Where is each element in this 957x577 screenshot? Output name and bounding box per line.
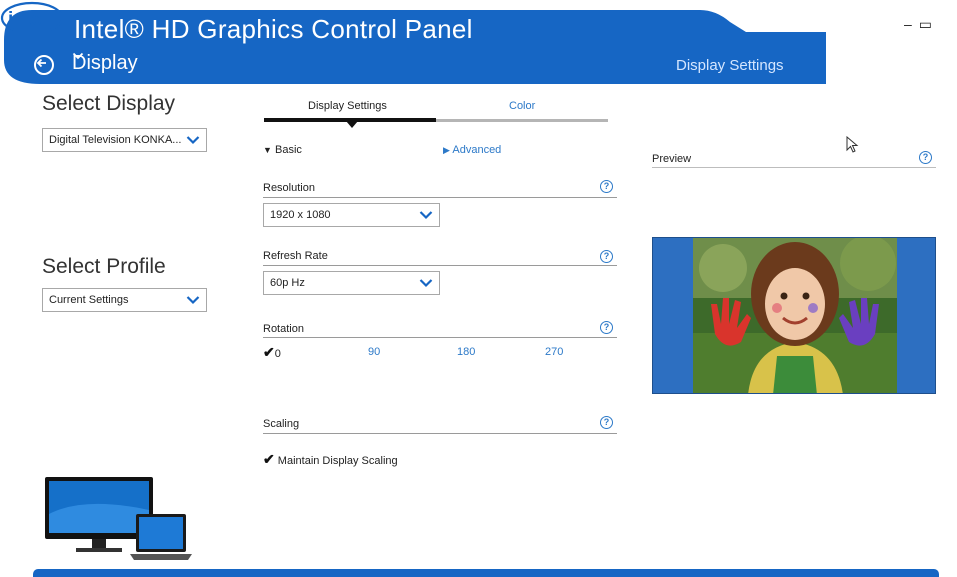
rotation-option-180[interactable]: 180: [457, 346, 475, 358]
basic-toggle[interactable]: ▼ Basic: [263, 144, 302, 156]
preview-label: Preview: [652, 153, 692, 165]
rotation-option-label: 0: [274, 348, 281, 360]
chevron-down-icon: [419, 211, 433, 220]
title-bar: Intel® HD Graphics Control Panel Display…: [0, 0, 957, 90]
bottom-bar: [33, 569, 939, 577]
intel-logo-text: intel: [8, 9, 47, 30]
window-controls: – ▭: [904, 16, 932, 33]
refresh-rate-divider: [263, 265, 617, 266]
tab-display-settings[interactable]: Display Settings: [308, 100, 387, 112]
help-icon[interactable]: ?: [600, 250, 613, 263]
restore-button[interactable]: ▭: [919, 16, 932, 33]
help-icon[interactable]: ?: [600, 321, 613, 334]
resolution-value: 1920 x 1080: [270, 209, 331, 221]
refresh-rate-label: Refresh Rate: [263, 250, 328, 262]
rotation-divider: [263, 337, 617, 338]
intel-logo: intel: [0, 1, 62, 35]
resolution-dropdown[interactable]: 1920 x 1080: [263, 203, 440, 227]
rotation-label: Rotation: [263, 323, 304, 335]
minimize-button[interactable]: –: [904, 16, 912, 33]
preview-divider: [652, 167, 936, 168]
scaling-divider: [263, 433, 617, 434]
collapsed-triangle-icon: ▶: [443, 145, 450, 155]
tab-pointer-icon: [346, 121, 358, 128]
app-title: Intel® HD Graphics Control Panel: [74, 14, 473, 44]
select-display-title: Select Display: [42, 92, 176, 115]
resolution-divider: [263, 197, 617, 198]
page-title: Display Settings: [676, 57, 784, 74]
checkmark-icon: ✔: [263, 344, 275, 360]
chevron-down-icon: [186, 296, 200, 305]
preview-image: [693, 238, 897, 393]
tab-color[interactable]: Color: [509, 100, 535, 112]
checkmark-icon: ✔: [263, 451, 275, 467]
section-menu[interactable]: Display: [72, 52, 138, 75]
rotation-option-0[interactable]: ✔0: [263, 344, 281, 361]
chevron-down-icon: [186, 136, 200, 145]
scaling-label: Scaling: [263, 418, 300, 430]
display-preview: [652, 237, 936, 394]
back-arrow-icon: [36, 58, 46, 68]
settings-tabs: Display Settings Color: [264, 100, 608, 128]
chevron-down-icon: [72, 52, 84, 60]
basic-label: Basic: [274, 144, 302, 156]
tab-inactive-indicator: [436, 119, 608, 122]
advanced-label: Advanced: [452, 144, 502, 156]
mouse-cursor-icon: [846, 136, 859, 153]
refresh-rate-dropdown[interactable]: 60p Hz: [263, 271, 440, 295]
rotation-option-270[interactable]: 270: [545, 346, 563, 358]
profile-dropdown[interactable]: Current Settings: [42, 288, 207, 312]
display-dropdown-value: Digital Television KONKA...: [49, 134, 182, 146]
maintain-scaling-checkbox[interactable]: ✔ Maintain Display Scaling: [263, 451, 398, 468]
monitor-laptop-icon: [45, 477, 192, 560]
help-icon[interactable]: ?: [600, 180, 613, 193]
help-icon[interactable]: ?: [919, 151, 932, 164]
help-icon[interactable]: ?: [600, 416, 613, 429]
advanced-toggle[interactable]: ▶ Advanced: [443, 144, 501, 156]
rotation-option-90[interactable]: 90: [368, 346, 380, 358]
expanded-triangle-icon: ▼: [263, 145, 272, 155]
back-button[interactable]: [34, 55, 54, 75]
chevron-down-icon: [419, 279, 433, 288]
select-profile-title: Select Profile: [42, 255, 166, 278]
maintain-scaling-label: Maintain Display Scaling: [277, 455, 398, 467]
display-dropdown[interactable]: Digital Television KONKA...: [42, 128, 207, 152]
refresh-rate-value: 60p Hz: [270, 277, 305, 289]
resolution-label: Resolution: [263, 182, 315, 194]
profile-dropdown-value: Current Settings: [49, 294, 129, 306]
